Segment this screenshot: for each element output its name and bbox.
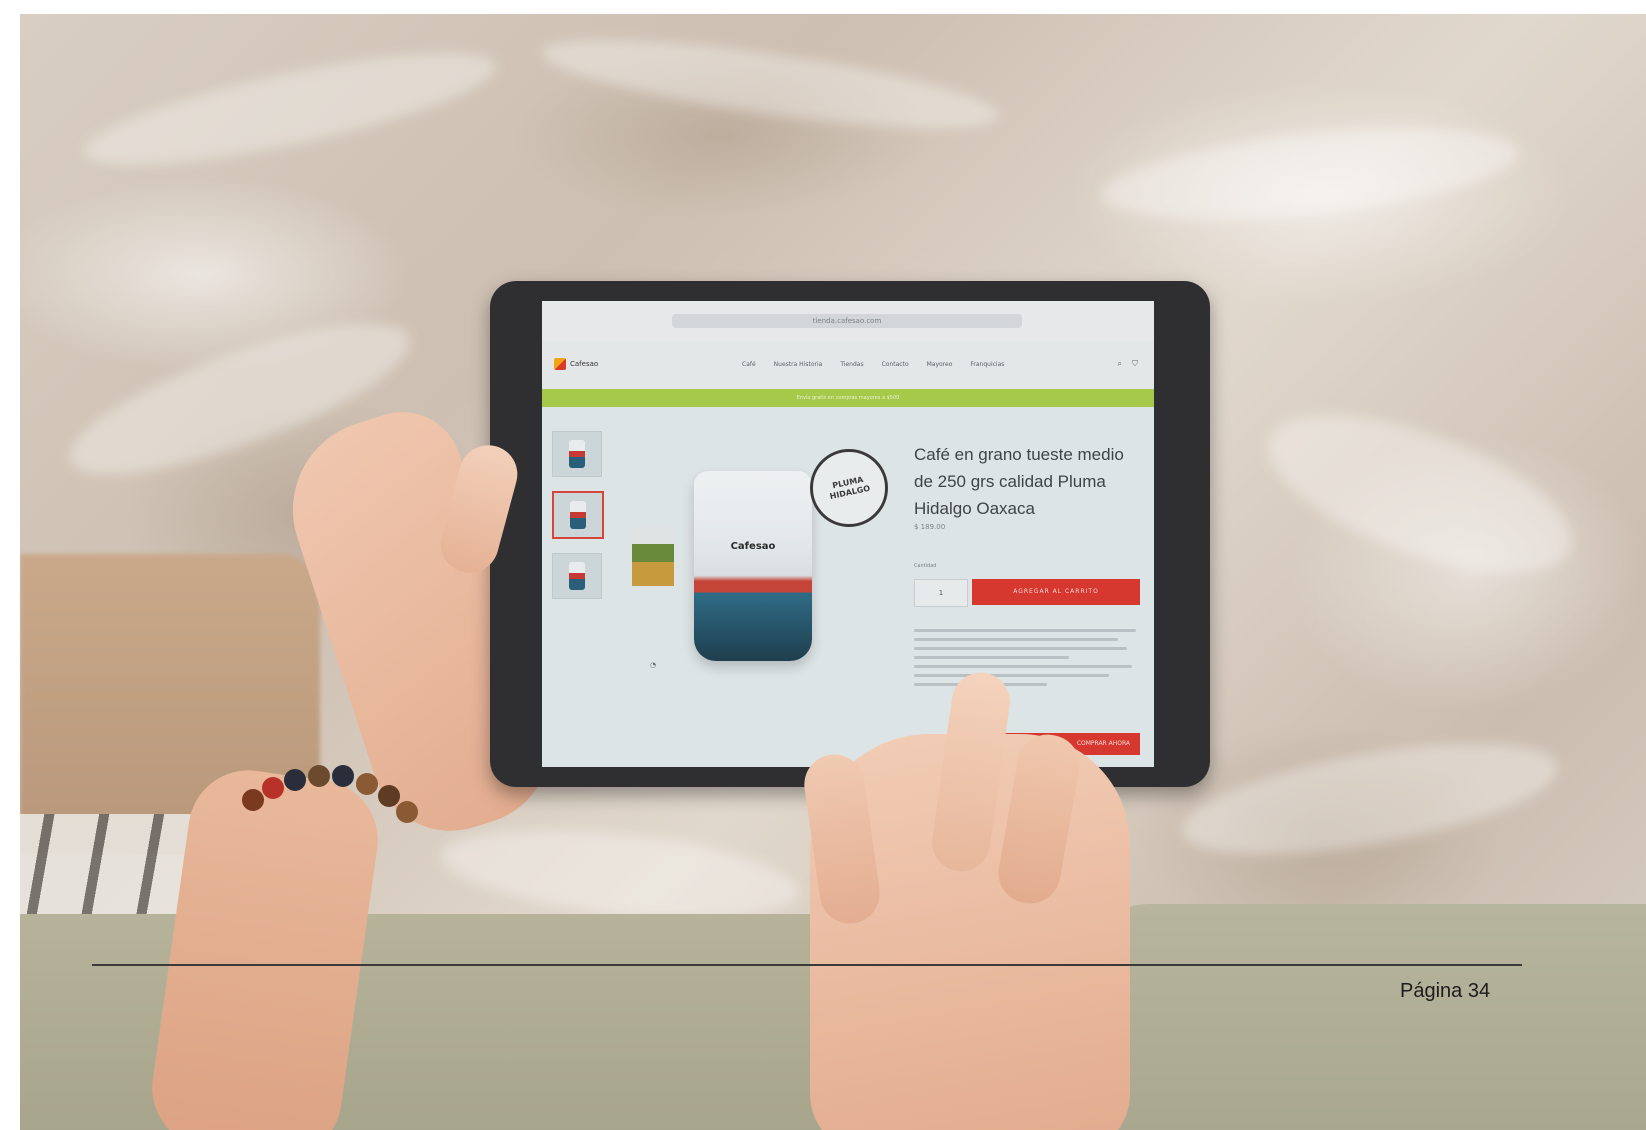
seal-text: PLUMA HIDALGO (828, 474, 871, 502)
footer-divider (92, 964, 1522, 966)
product-description (914, 629, 1136, 692)
nav-item[interactable]: Mayoreo (927, 361, 953, 368)
product-price: $ 189.00 (914, 523, 946, 531)
nav-item[interactable]: Tiendas (840, 361, 863, 368)
nav-item[interactable]: Café (742, 361, 756, 368)
logo-text: Cafesao (570, 360, 599, 368)
site-header: Cafesao Café Nuestra Historia Tiendas Co… (542, 341, 1154, 389)
tablet-screen: tienda.cafesao.com Cafesao Café Nuestra … (542, 301, 1154, 767)
scene: tienda.cafesao.com Cafesao Café Nuestra … (0, 0, 1646, 1130)
pants-left (20, 914, 840, 1130)
thumbnail[interactable] (552, 431, 602, 477)
thumbnail-active[interactable] (552, 491, 604, 539)
beaded-bracelet (242, 759, 432, 839)
bag-brand: Cafesao (730, 541, 776, 552)
product-side-panel (632, 526, 674, 586)
quantity-stepper[interactable]: 1 (914, 579, 968, 607)
thumbnail[interactable] (552, 553, 602, 599)
main-nav: Café Nuestra Historia Tiendas Contacto M… (742, 361, 1004, 368)
url-bar[interactable]: tienda.cafesao.com (672, 314, 1022, 328)
tablet: tienda.cafesao.com Cafesao Café Nuestra … (490, 281, 1210, 787)
photo: tienda.cafesao.com Cafesao Café Nuestra … (20, 14, 1646, 1130)
nav-item[interactable]: Franquicias (970, 361, 1004, 368)
browser-bar: tienda.cafesao.com (542, 301, 1154, 341)
site-logo[interactable]: Cafesao (554, 355, 598, 373)
product-thumbnails (552, 431, 608, 613)
promo-text: Envío gratis en compras mayores a $500 (796, 395, 900, 401)
add-to-cart-button[interactable]: AGREGAR AL CARRITO (972, 579, 1140, 605)
quantity-label: Cantidad (914, 563, 937, 569)
nav-item[interactable]: Nuestra Historia (774, 361, 823, 368)
promo-bar: Envío gratis en compras mayores a $500 (542, 389, 1154, 407)
product-title: Café en grano tueste medio de 250 grs ca… (914, 445, 1124, 518)
cart-icon[interactable]: ⛉ (1132, 359, 1138, 369)
header-icons: ⌕ ⛉ (1118, 359, 1138, 369)
quality-seal: PLUMA HIDALGO (810, 449, 888, 527)
logo-mark-icon (554, 358, 566, 370)
search-icon[interactable]: ⌕ (1118, 359, 1122, 369)
url-text: tienda.cafesao.com (812, 317, 882, 325)
pants-right (1070, 904, 1646, 1130)
page-number: Página 34 (1400, 980, 1491, 1002)
nav-item[interactable]: Contacto (882, 361, 909, 368)
side-logo-icon: ◔ (649, 661, 657, 669)
coffee-bag: Cafesao (694, 471, 812, 661)
product-image: ◔ Cafesao PLUMA HIDALGO (632, 421, 892, 711)
